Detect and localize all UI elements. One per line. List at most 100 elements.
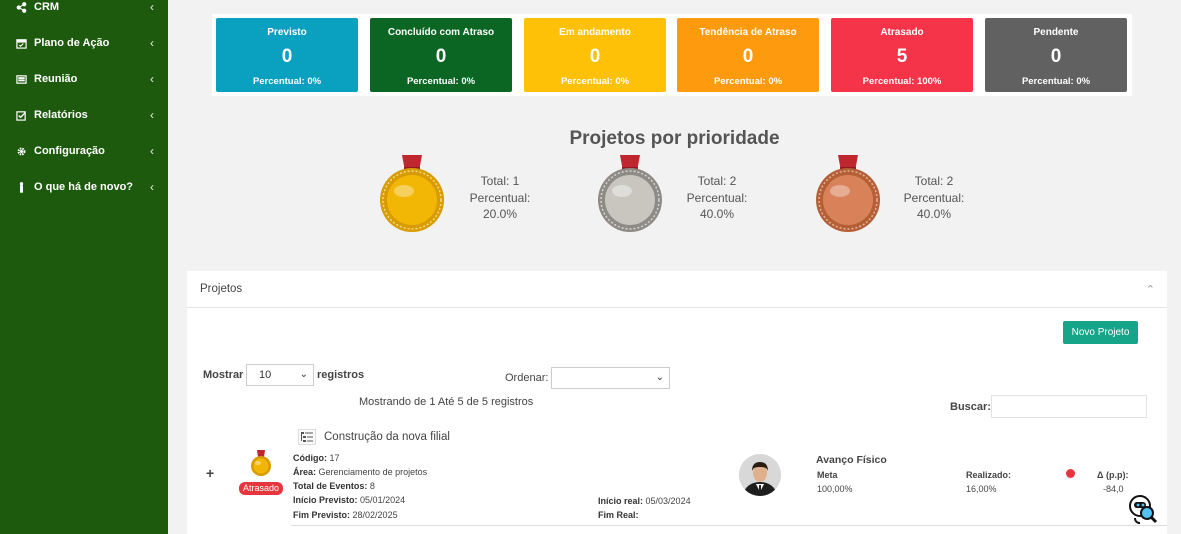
silver-medal-icon: [596, 155, 664, 233]
sidebar-item-label: CRM: [34, 1, 60, 13]
sidebar-item-novidades[interactable]: O que há de novo? ‹: [0, 176, 168, 198]
card-title: Concluído com Atraso: [387, 27, 495, 38]
chevron-down-icon: ⌄: [655, 372, 664, 383]
sidebar-item-label: Relatórios: [34, 109, 88, 121]
delta-label: Δ (p.p):: [1097, 470, 1129, 480]
card-percent: Percentual: 100%: [862, 76, 942, 87]
chevron-up-icon[interactable]: ⌃: [1146, 283, 1155, 296]
card-percent: Percentual: 0%: [560, 76, 630, 87]
card-value: 0: [742, 46, 754, 67]
card-value: 0: [589, 46, 601, 67]
expand-button[interactable]: +: [206, 465, 214, 481]
projects-panel: Projetos ⌃ Novo Projeto Mostrar 10 ⌄ reg…: [187, 271, 1167, 534]
card-percent: Percentual: 0%: [713, 76, 783, 87]
sidebar-item-plano-de-acao[interactable]: Plano de Ação ‹: [0, 32, 168, 54]
task-list-icon[interactable]: [298, 429, 316, 445]
gear-icon: [15, 145, 27, 157]
status-card-atrasado[interactable]: Atrasado 5 Percentual: 100%: [831, 18, 973, 92]
records-label: registros: [317, 369, 365, 381]
project-end-real: Fim Real:: [598, 510, 639, 520]
medal-percent-label: Percentual:: [686, 190, 748, 205]
order-label: Ordenar:: [505, 372, 549, 384]
calendar-icon: [15, 37, 27, 49]
bronze-medal-info: Total: 2 Percentual: 40.0%: [889, 173, 979, 223]
project-events: Total de Eventos: 8: [293, 481, 375, 491]
avatar[interactable]: [739, 454, 781, 496]
chevron-left-icon: ‹: [150, 0, 154, 14]
sidebar-item-reuniao[interactable]: Reunião ‹: [0, 68, 168, 90]
chevron-left-icon: ‹: [150, 72, 154, 86]
row-divider: [291, 525, 1167, 526]
sidebar-item-label: Configuração: [34, 145, 105, 157]
medal-total: Total: 2: [914, 174, 954, 188]
status-card-em-andamento[interactable]: Em andamento 0 Percentual: 0%: [524, 18, 666, 92]
show-label: Mostrar: [203, 369, 244, 381]
medal-percent: 20.0%: [482, 207, 518, 221]
project-code: Código: 17: [293, 453, 340, 463]
panel-title: Projetos: [200, 283, 243, 295]
sidebar-item-relatorios[interactable]: Relatórios ‹: [0, 104, 168, 126]
search-input[interactable]: [991, 395, 1147, 418]
chevron-left-icon: ‹: [150, 180, 154, 194]
check-square-icon: [15, 109, 27, 121]
sidebar-item-label: Reunião: [34, 73, 78, 85]
page-size-value: 10: [259, 369, 272, 381]
medal-percent: 40.0%: [699, 207, 735, 221]
project-title[interactable]: Construção da nova filial: [324, 431, 450, 443]
bronze-medal-icon: [814, 155, 882, 233]
card-percent: Percentual: 0%: [406, 76, 476, 87]
chevron-left-icon: ‹: [150, 108, 154, 122]
card-title: Pendente: [1033, 27, 1079, 38]
medal-total: Total: 2: [697, 174, 737, 188]
status-card-tendencia-de-atraso[interactable]: Tendência de Atraso 0 Percentual: 0%: [677, 18, 819, 92]
achieved-label: Realizado:: [966, 470, 1012, 480]
page-size-select[interactable]: 10 ⌄: [246, 364, 314, 386]
list-alt-icon: [15, 73, 27, 85]
project-start-real: Início real: 05/03/2024: [598, 496, 691, 506]
medal-percent: 40.0%: [916, 207, 952, 221]
card-value: 0: [1050, 46, 1062, 67]
sidebar-item-configuracao[interactable]: Configuração ‹: [0, 140, 168, 162]
target-label: Meta: [817, 470, 838, 480]
sidebar: CRM ‹ Plano de Ação ‹ Reunião ‹ Relatóri…: [0, 0, 168, 534]
chevron-down-icon: ⌄: [299, 369, 308, 380]
project-end-planned: Fim Previsto: 28/02/2025: [293, 510, 398, 520]
status-card-pendente[interactable]: Pendente 0 Percentual: 0%: [985, 18, 1127, 92]
status-cards: Previsto 0 Percentual: 0% Concluído com …: [212, 14, 1132, 96]
records-info: Mostrando de 1 Até 5 de 5 registros: [359, 396, 534, 408]
search-label: Buscar:: [950, 401, 991, 413]
card-value: 0: [281, 46, 293, 67]
sidebar-item-label: O que há de novo?: [34, 181, 134, 193]
card-percent: Percentual: 0%: [252, 76, 322, 87]
card-title: Em andamento: [559, 27, 631, 38]
card-title: Atrasado: [880, 27, 924, 38]
gold-medal-info: Total: 1 Percentual: 20.0%: [455, 173, 545, 223]
share-icon: [15, 1, 27, 13]
project-area: Área: Gerenciamento de projetos: [293, 467, 428, 477]
medal-percent-label: Percentual:: [903, 190, 965, 205]
new-project-button[interactable]: Novo Projeto: [1063, 321, 1138, 344]
card-title: Previsto: [267, 27, 307, 38]
card-value: 5: [896, 46, 908, 67]
achieved-value: 16,00%: [966, 484, 997, 494]
silver-medal-info: Total: 2 Percentual: 40.0%: [672, 173, 762, 223]
info-icon: [15, 181, 27, 193]
medal-total: Total: 1: [480, 174, 520, 188]
panel-header: Projetos ⌃: [187, 271, 1167, 308]
delta-value: -84,0: [1103, 484, 1124, 494]
priority-title: Projetos por prioridade: [569, 128, 780, 149]
chevron-left-icon: ‹: [150, 144, 154, 158]
status-card-concluido-com-atraso[interactable]: Concluído com Atraso 0 Percentual: 0%: [370, 18, 512, 92]
medal-percent-label: Percentual:: [469, 190, 531, 205]
card-title: Tendência de Atraso: [699, 27, 797, 38]
project-start-planned: Início Previsto: 05/01/2024: [293, 495, 406, 505]
gold-medal-icon: [378, 155, 446, 233]
order-select[interactable]: ⌄: [551, 367, 670, 389]
sidebar-item-label: Plano de Ação: [34, 37, 110, 49]
sidebar-item-crm[interactable]: CRM ‹: [0, 0, 168, 18]
target-value: 100,00%: [817, 484, 853, 494]
assistant-bot-icon[interactable]: [1125, 491, 1159, 525]
status-card-previsto[interactable]: Previsto 0 Percentual: 0%: [216, 18, 358, 92]
physical-progress-label: Avanço Físico: [816, 454, 887, 466]
card-value: 0: [435, 46, 447, 67]
